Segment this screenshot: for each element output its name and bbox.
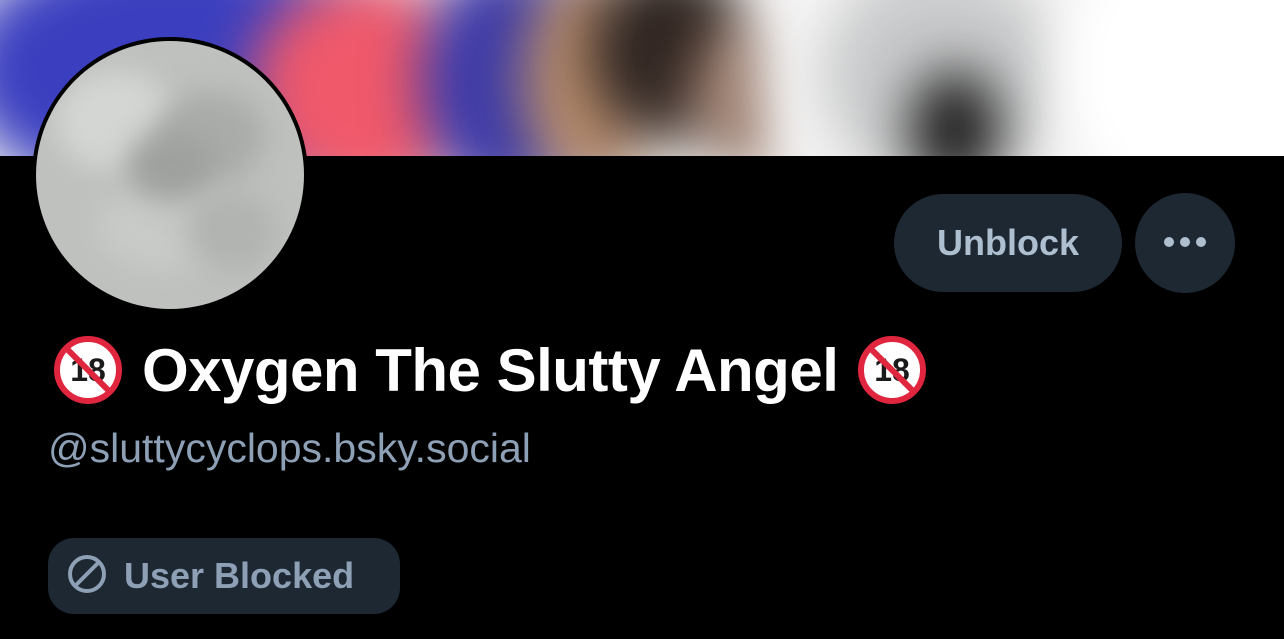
user-blocked-label: User Blocked	[124, 555, 355, 596]
no-one-under-18-icon: 18	[54, 336, 122, 404]
user-handle: @sluttycyclops.bsky.social	[48, 425, 531, 471]
user-blocked-badge: User Blocked	[48, 538, 400, 614]
no-one-under-18-icon: 18	[858, 336, 927, 404]
profile-page: Unblock 18 Oxygen The Slutty Angel 18	[0, 0, 1284, 639]
unblock-button[interactable]: Unblock	[894, 194, 1122, 292]
unblock-button-label: Unblock	[936, 222, 1079, 263]
block-icon	[66, 553, 108, 600]
avatar[interactable]	[32, 37, 308, 313]
more-options-button[interactable]	[1135, 193, 1235, 293]
display-name-text: Oxygen The Slutty Angel	[142, 336, 839, 404]
avatar-image	[36, 41, 304, 309]
display-name: 18 Oxygen The Slutty Angel 18	[54, 330, 927, 410]
ellipsis-icon	[1163, 236, 1207, 251]
